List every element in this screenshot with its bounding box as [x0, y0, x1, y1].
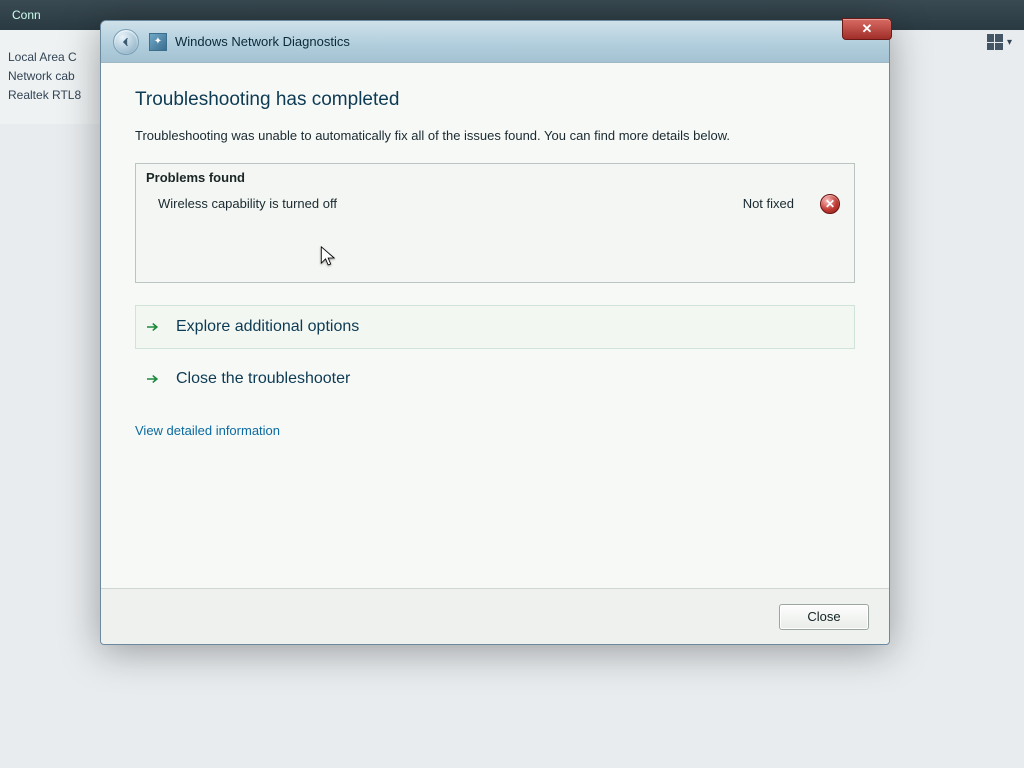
- back-button[interactable]: [113, 29, 139, 55]
- close-icon: ✕: [862, 21, 873, 37]
- diagnostics-icon: ✦: [149, 33, 167, 51]
- close-troubleshooter-button[interactable]: Close the troubleshooter: [135, 357, 855, 401]
- wizard-window: ✦ Windows Network Diagnostics ✕ Troubles…: [100, 20, 890, 645]
- chevron-down-icon: ▾: [1007, 37, 1012, 48]
- sidebar-text: Network cab: [8, 67, 111, 86]
- parent-menu-conn: Conn: [12, 8, 41, 22]
- window-close-button[interactable]: ✕: [842, 18, 892, 40]
- view-detailed-information-link[interactable]: View detailed information: [135, 423, 280, 438]
- wizard-title: Windows Network Diagnostics: [175, 34, 350, 49]
- sidebar-text: Realtek RTL8: [8, 86, 111, 105]
- option-label: Explore additional options: [176, 318, 359, 336]
- grid-icon: [987, 34, 1003, 50]
- page-description: Troubleshooting was unable to automatica…: [135, 127, 835, 145]
- arrow-right-icon: [144, 318, 162, 336]
- page-heading: Troubleshooting has completed: [135, 89, 855, 111]
- view-toggle[interactable]: ▾: [983, 30, 1016, 54]
- problem-name: Wireless capability is turned off: [158, 196, 743, 211]
- wizard-titlebar[interactable]: ✦ Windows Network Diagnostics ✕: [101, 21, 889, 63]
- error-icon: ✕: [820, 194, 840, 214]
- problems-found-header: Problems found: [136, 164, 854, 188]
- sidebar-text: Local Area C: [8, 48, 111, 67]
- option-label: Close the troubleshooter: [176, 370, 350, 388]
- problems-found-box: Problems found Wireless capability is tu…: [135, 163, 855, 283]
- explore-options-button[interactable]: Explore additional options: [135, 305, 855, 349]
- wizard-footer: Close: [101, 588, 889, 644]
- arrow-left-icon: [119, 35, 133, 49]
- arrow-right-icon: [144, 370, 162, 388]
- wizard-body: Troubleshooting has completed Troublesho…: [101, 63, 889, 588]
- problem-status: Not fixed: [743, 196, 794, 211]
- close-button[interactable]: Close: [779, 604, 869, 630]
- problem-row[interactable]: Wireless capability is turned off Not fi…: [136, 188, 854, 234]
